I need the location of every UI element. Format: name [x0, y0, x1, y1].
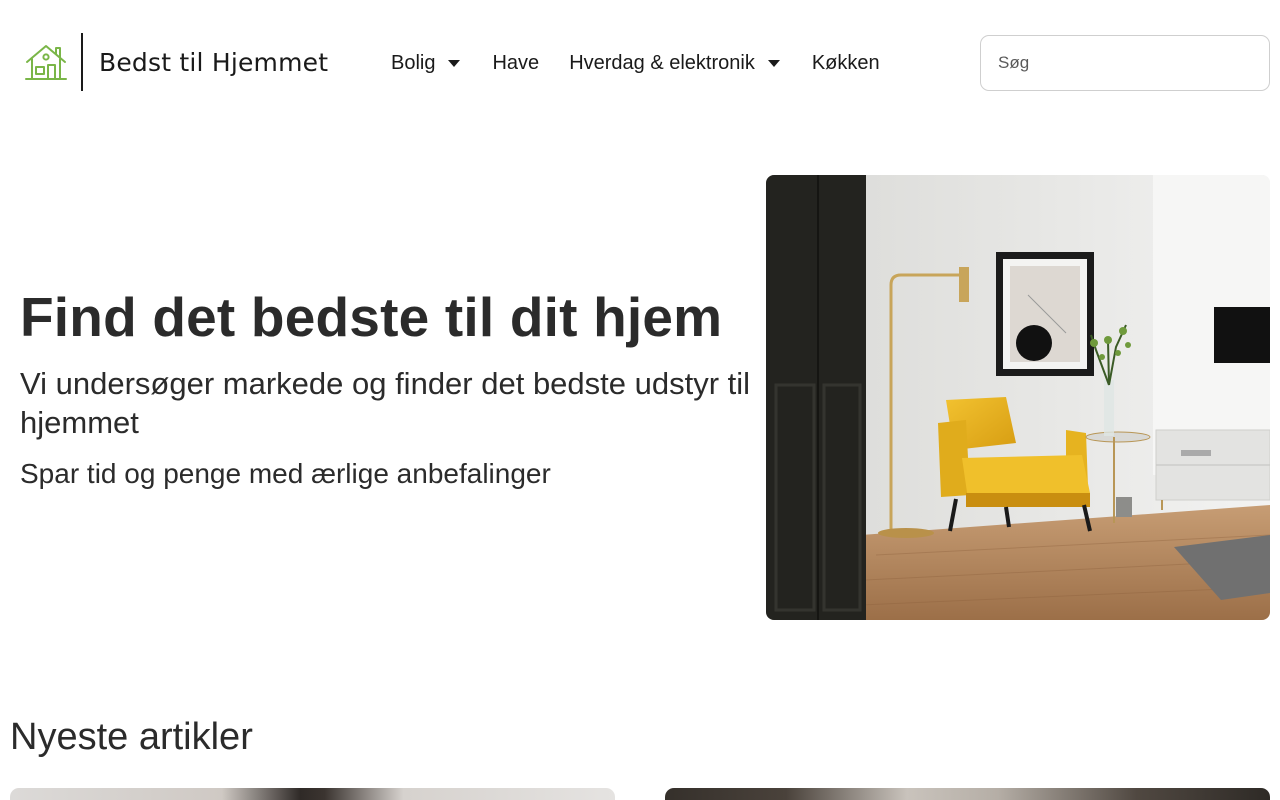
- hero-tagline: Spar tid og penge med ærlige anbefalinge…: [20, 458, 551, 489]
- section-title-nyeste-artikler: Nyeste artikler: [10, 716, 253, 758]
- site-logo[interactable]: Bedst til Hjemmet: [24, 32, 328, 92]
- nav-item-label: Køkken: [811, 51, 880, 74]
- article-card-image[interactable]: [665, 788, 1270, 800]
- nav-item-hverdag-elektronik[interactable]: Hverdag & elektronik: [569, 52, 780, 75]
- search-input[interactable]: [981, 36, 1269, 90]
- main-nav: Bolig Have Hverdag & elektronik Køkken: [391, 44, 880, 82]
- caret-down-icon[interactable]: [448, 59, 461, 67]
- search-box: [980, 35, 1270, 91]
- hero-text: Find det bedste til dit hjem Vi undersøg…: [20, 286, 760, 492]
- nav-item-kokken[interactable]: Køkken: [812, 52, 880, 75]
- nav-item-label: Have: [492, 51, 540, 74]
- hero-subtitle: Vi undersøger markede og finder det beds…: [20, 366, 751, 440]
- nav-item-have[interactable]: Have: [492, 52, 539, 75]
- logo-text: Bedst til Hjemmet: [99, 47, 329, 77]
- hero-image: [766, 175, 1270, 620]
- house-icon: [25, 45, 67, 80]
- hero-title: Find det bedste til dit hjem: [20, 286, 723, 348]
- nav-item-label: Bolig: [391, 51, 436, 74]
- nav-item-bolig[interactable]: Bolig: [391, 51, 461, 75]
- article-card-image[interactable]: [10, 788, 615, 800]
- nav-item-label: Hverdag & elektronik: [569, 51, 755, 74]
- caret-down-icon[interactable]: [767, 59, 780, 67]
- living-room-illustration: [766, 175, 1270, 620]
- logo-divider: [81, 33, 83, 91]
- site-header: Bedst til Hjemmet Bolig Have Hverdag & e…: [0, 0, 1280, 126]
